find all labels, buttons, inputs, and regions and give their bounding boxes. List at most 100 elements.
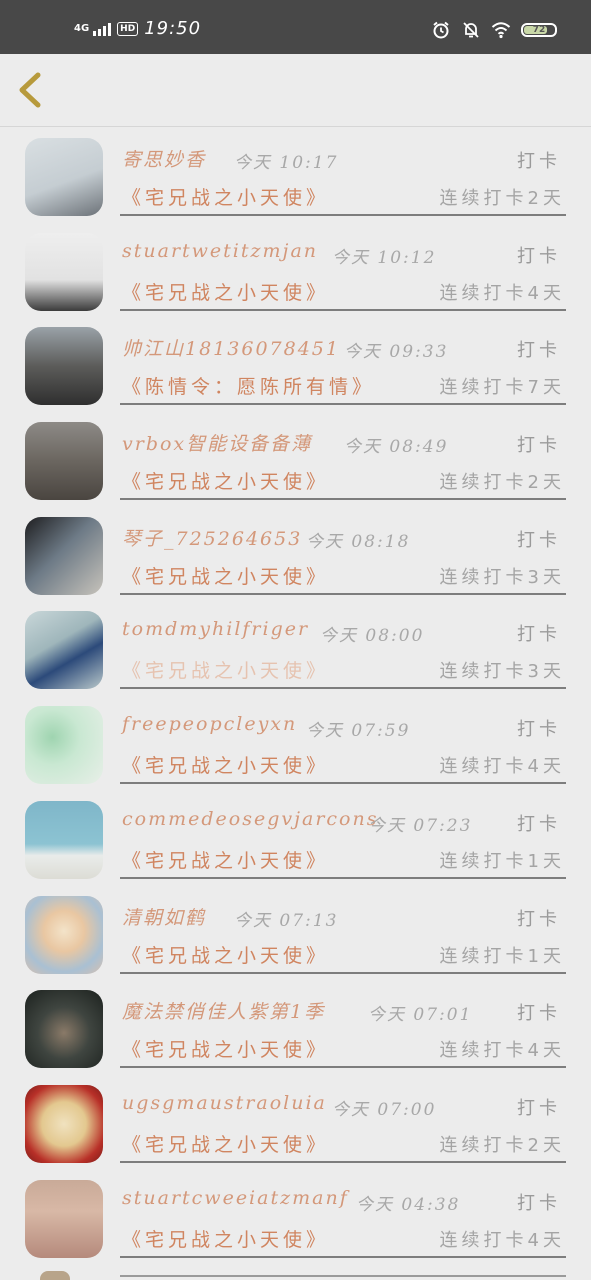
- user-name[interactable]: freepeopcleyxn: [122, 713, 297, 735]
- checkin-time: 今天 10:17: [234, 153, 339, 173]
- streak-text: 连续打卡4天: [439, 282, 565, 304]
- user-name[interactable]: 帅江山18136078451: [122, 334, 340, 361]
- divider: [120, 308, 566, 311]
- divider: [120, 1066, 566, 1069]
- checkin-action[interactable]: 打卡: [517, 431, 561, 457]
- hd-badge: HD: [117, 21, 139, 36]
- checkin-action[interactable]: 打卡: [517, 810, 561, 836]
- streak-text: 连续打卡2天: [439, 188, 565, 209]
- chevron-left-icon[interactable]: [14, 70, 46, 110]
- checkin-action[interactable]: 打卡: [517, 147, 561, 173]
- avatar[interactable]: [25, 895, 103, 974]
- battery-level: 72: [532, 25, 546, 35]
- list-item[interactable]: 琴子_725264653 今天 08:18 打卡 《宅兄战之小天使》 连续打卡3…: [0, 506, 591, 601]
- checkin-action[interactable]: 打卡: [517, 242, 561, 268]
- book-title[interactable]: 《宅兄战之小天使》: [122, 751, 329, 778]
- checkin-action[interactable]: 打卡: [517, 1094, 561, 1120]
- avatar[interactable]: [25, 1084, 103, 1163]
- divider: [120, 687, 566, 690]
- divider: [120, 498, 566, 501]
- list-item[interactable]: vrbox智能设备备薄 今天 08:49 打卡 《宅兄战之小天使》 连续打卡2天: [0, 411, 591, 506]
- checkin-action[interactable]: 打卡: [517, 526, 561, 552]
- book-title[interactable]: 《宅兄战之小天使》: [122, 278, 329, 305]
- list-item[interactable]: 帅江山18136078451 今天 09:33 打卡 《陈情令：愿陈所有情》 连…: [0, 316, 591, 411]
- divider: [120, 403, 566, 406]
- checkin-action[interactable]: 打卡: [517, 1189, 561, 1215]
- streak-text: 连续打卡2天: [439, 472, 565, 494]
- book-title[interactable]: 《宅兄战之小天使》: [122, 941, 329, 968]
- alarm-icon: [433, 21, 449, 39]
- divider: [120, 1255, 566, 1258]
- streak-text: 连续打卡3天: [439, 661, 565, 683]
- streak-text: 连续打卡4天: [439, 1040, 565, 1062]
- checkin-action[interactable]: 打卡: [517, 620, 561, 646]
- divider: [120, 782, 566, 785]
- list-item[interactable]: stuartwetitzmjan 今天 10:12 打卡 《宅兄战之小天使》 连…: [0, 222, 591, 317]
- avatar[interactable]: [25, 706, 103, 785]
- divider: [120, 214, 566, 216]
- user-name[interactable]: stuartwetitzmjan: [122, 240, 318, 262]
- signal-icon: [93, 22, 112, 36]
- list-item[interactable]: commedeosegvjarcons 今天 07:23 打卡 《宅兄战之小天使…: [0, 790, 591, 885]
- user-name[interactable]: 寄思妙香: [122, 145, 206, 172]
- user-name[interactable]: vrbox智能设备备薄: [122, 429, 312, 456]
- divider: [120, 876, 566, 879]
- user-name[interactable]: ugsgmaustraoluia: [122, 1092, 327, 1114]
- avatar[interactable]: [25, 327, 103, 406]
- avatar[interactable]: [25, 990, 103, 1069]
- book-title[interactable]: 《宅兄战之小天使》: [122, 183, 329, 210]
- avatar[interactable]: [25, 1179, 103, 1258]
- checkin-time: 今天 07:59: [306, 721, 411, 742]
- checkin-action[interactable]: 打卡: [517, 905, 561, 931]
- book-title[interactable]: 《宅兄战之小天使》: [122, 562, 329, 589]
- status-bar: 4G HD 19:50 72: [0, 0, 591, 54]
- book-title[interactable]: 《宅兄战之小天使》: [122, 1035, 329, 1062]
- avatar[interactable]: [25, 422, 103, 501]
- book-title[interactable]: 《陈情令：愿陈所有情》: [122, 372, 375, 399]
- list-item[interactable]: 魔法禁俏佳人紫第1季 今天 07:01 打卡 《宅兄战之小天使》 连续打卡4天: [0, 979, 591, 1074]
- checkin-time: 今天 07:01: [368, 1005, 473, 1026]
- battery-icon: 72: [521, 23, 557, 37]
- book-title[interactable]: 《宅兄战之小天使》: [122, 846, 329, 873]
- header: [0, 54, 591, 127]
- checkin-time: 今天 07:23: [368, 815, 473, 836]
- user-name[interactable]: commedeosegvjarcons: [122, 808, 378, 830]
- book-title[interactable]: 《宅兄战之小天使》: [122, 656, 329, 683]
- checkin-time: 今天 08:49: [344, 437, 449, 458]
- streak-text: 连续打卡7天: [439, 377, 565, 399]
- book-title[interactable]: 《宅兄战之小天使》: [122, 1225, 329, 1252]
- checkin-action[interactable]: 打卡: [517, 336, 561, 362]
- streak-text: 连续打卡4天: [439, 1229, 565, 1251]
- list-item[interactable]: freepeopcleyxn 今天 07:59 打卡 《宅兄战之小天使》 连续打…: [0, 695, 591, 790]
- mute-bell-icon: [463, 22, 479, 38]
- network-type: 4G: [74, 22, 90, 34]
- avatar[interactable]: [25, 138, 103, 216]
- list-item[interactable]: stuartcweeiatzmanf 今天 04:38 打卡 《宅兄战之小天使》…: [0, 1169, 591, 1264]
- checkin-action[interactable]: 打卡: [517, 999, 561, 1025]
- list-item[interactable]: 寄思妙香 今天 10:17 打卡 《宅兄战之小天使》 连续打卡2天: [0, 127, 591, 222]
- list-item[interactable]: tomdmyhilfriger 今天 08:00 打卡 《宅兄战之小天使》 连续…: [0, 600, 591, 695]
- wifi-icon: [491, 22, 511, 39]
- divider: [120, 592, 566, 595]
- checkin-list: 寄思妙香 今天 10:17 打卡 《宅兄战之小天使》 连续打卡2天 stuart…: [0, 127, 591, 1263]
- checkin-time: 今天 10:12: [332, 247, 437, 268]
- user-name[interactable]: tomdmyhilfriger: [122, 618, 309, 640]
- book-title[interactable]: 《宅兄战之小天使》: [122, 467, 329, 494]
- list-item[interactable]: ugsgmaustraoluia 今天 07:00 打卡 《宅兄战之小天使》 连…: [0, 1074, 591, 1169]
- list-item[interactable]: 清朝如鹤 今天 07:13 打卡 《宅兄战之小天使》 连续打卡1天: [0, 885, 591, 980]
- next-row-preview: [0, 1267, 591, 1280]
- user-name[interactable]: stuartcweeiatzmanf: [122, 1187, 349, 1209]
- user-name[interactable]: 清朝如鹤: [122, 903, 206, 930]
- avatar[interactable]: [25, 800, 103, 879]
- book-title[interactable]: 《宅兄战之小天使》: [122, 1130, 329, 1157]
- streak-text: 连续打卡2天: [439, 1134, 565, 1156]
- user-name[interactable]: 魔法禁俏佳人紫第1季: [122, 997, 325, 1024]
- streak-text: 连续打卡3天: [439, 566, 565, 588]
- avatar[interactable]: [25, 232, 103, 311]
- user-name[interactable]: 琴子_725264653: [122, 524, 302, 551]
- avatar[interactable]: [25, 611, 103, 690]
- checkin-time: 今天 08:00: [320, 626, 425, 647]
- checkin-action[interactable]: 打卡: [517, 715, 561, 741]
- streak-text: 连续打卡1天: [439, 945, 565, 967]
- avatar[interactable]: [25, 516, 103, 595]
